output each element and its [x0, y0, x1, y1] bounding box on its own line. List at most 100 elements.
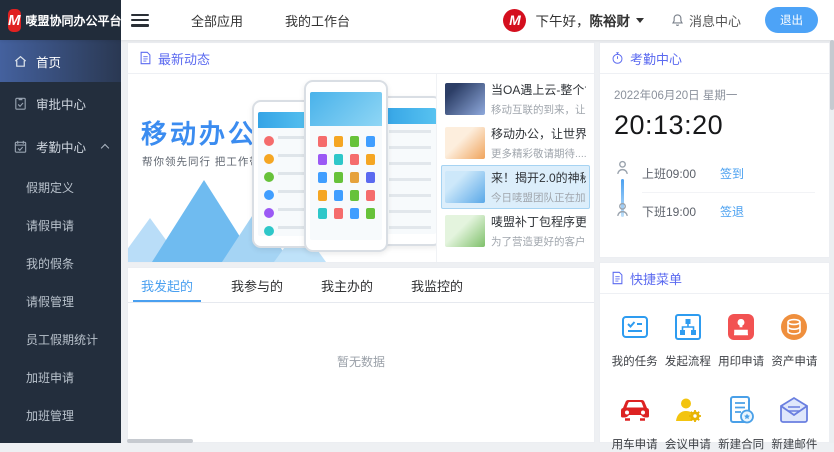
sidebar-subitem-overtime-request[interactable]: 加班申请 — [0, 358, 121, 396]
sidebar: 首页 审批中心 考勤中心 假期定义 请假申请 我的假条 请假管理 员工假期统计 … — [0, 40, 121, 443]
news-desc: 移动互联的到来，让OA与云 — [491, 102, 586, 117]
quick-item-car-request[interactable]: 用车申请 — [608, 393, 661, 452]
news-panel-title: 最新动态 — [158, 49, 210, 68]
nav-all-apps[interactable]: 全部应用 — [191, 11, 243, 30]
quick-item-new-contract[interactable]: 新建合同 — [715, 393, 768, 452]
check-in-label: 上班09:00 — [642, 165, 720, 182]
sidebar-subitem-holiday-definition[interactable]: 假期定义 — [0, 168, 121, 206]
quick-item-start-flow[interactable]: 发起流程 — [661, 310, 714, 369]
meeting-request-icon — [661, 393, 714, 427]
quick-menu-title: 快捷菜单 — [630, 269, 682, 288]
my-tasks-icon — [608, 310, 661, 344]
news-title: 来！揭开2.0的神秘面纱- — [491, 169, 586, 186]
sidebar-item-label: 考勤中心 — [36, 137, 86, 156]
quick-item-label: 新建邮件 — [768, 436, 821, 452]
sidebar-subitem-leave-request[interactable]: 请假申请 — [0, 206, 121, 244]
news-thumbnail — [445, 127, 485, 159]
quick-menu-grid: 我的任务 发起流程 用印申请 资产申请 用车申请 — [600, 294, 829, 452]
horizontal-scrollbar[interactable] — [127, 439, 193, 443]
message-center[interactable]: 消息中心 — [670, 11, 741, 30]
tab-monitored-by-me[interactable]: 我监控的 — [411, 268, 463, 302]
quick-item-seal-request[interactable]: 用印申请 — [715, 310, 768, 369]
attendance-date: 2022年06月20日 星期一 — [614, 87, 815, 103]
empty-state-text: 暂无数据 — [128, 353, 594, 370]
attendance-panel-header: 考勤中心 — [600, 43, 829, 74]
mobile-office-banner: 移动办公 帮你领先同行 把工作带出办公室 — [128, 74, 436, 262]
check-out-link[interactable]: 签退 — [720, 203, 744, 220]
sidebar-subitem-employee-leave-stats[interactable]: 员工假期统计 — [0, 320, 121, 358]
check-in-row: 上班09:00 签到 — [642, 155, 815, 192]
attendance-icon — [13, 139, 28, 154]
home-icon — [13, 54, 28, 69]
quick-menu-panel: 快捷菜单 我的任务 发起流程 用印申请 资产申请 — [599, 262, 830, 443]
nav-my-workbench[interactable]: 我的工作台 — [285, 11, 350, 30]
quick-menu-header: 快捷菜单 — [600, 263, 829, 294]
news-title: 移动办公，让世界触手可 — [491, 125, 586, 142]
hamburger-menu-icon[interactable] — [131, 14, 149, 27]
document-icon — [139, 51, 152, 65]
tab-participated-by-me[interactable]: 我参与的 — [231, 268, 283, 302]
user-menu[interactable]: 下午好， 陈裕财 — [535, 10, 644, 30]
news-panel-header: 最新动态 — [128, 43, 594, 74]
quick-item-label: 用车申请 — [608, 436, 661, 452]
approval-icon — [13, 96, 28, 111]
vertical-scrollbar[interactable] — [830, 40, 834, 110]
new-contract-icon — [715, 393, 768, 427]
news-item[interactable]: 移动办公，让世界触手可 更多精彩敬请期待........ — [441, 121, 590, 165]
chevron-down-icon — [636, 18, 644, 23]
latest-news-panel: 最新动态 移动办公 帮你领先同行 把工作带出办公室 当OA遇上云-整个 — [127, 42, 595, 263]
logo-block: M 唛盟协同办公平台 — [0, 0, 121, 40]
news-title: 当OA遇上云-整个协同OA — [491, 81, 586, 98]
attendance-panel-title: 考勤中心 — [630, 49, 682, 68]
tasks-tab-bar: 我发起的 我参与的 我主办的 我监控的 — [128, 268, 594, 303]
news-item[interactable]: 唛盟补丁包程序更新 为了营造更好的客户体验，唛 — [441, 209, 590, 253]
quick-item-label: 会议申请 — [661, 436, 714, 452]
news-desc: 为了营造更好的客户体验，唛 — [491, 234, 586, 249]
quick-item-new-mail[interactable]: 新建邮件 — [768, 393, 821, 452]
quick-item-meeting-request[interactable]: 会议申请 — [661, 393, 714, 452]
quick-item-my-tasks[interactable]: 我的任务 — [608, 310, 661, 369]
tab-hosted-by-me[interactable]: 我主办的 — [321, 268, 373, 302]
sidebar-item-label: 首页 — [36, 52, 61, 71]
stopwatch-icon — [611, 51, 624, 65]
person-icon — [614, 201, 631, 218]
news-item-highlighted[interactable]: 来！揭开2.0的神秘面纱- 今日唛盟团队正在加班加点， — [441, 165, 590, 209]
chevron-up-icon — [101, 144, 109, 152]
attendance-timeline: 上班09:00 签到 下班19:00 签退 — [614, 155, 815, 229]
quick-item-label: 我的任务 — [608, 353, 661, 369]
logout-button[interactable]: 退出 — [765, 7, 818, 33]
news-title: 唛盟补丁包程序更新 — [491, 213, 586, 230]
app-logo: M — [8, 9, 21, 32]
sidebar-item-attendance-center[interactable]: 考勤中心 — [0, 125, 121, 168]
news-item[interactable]: 当OA遇上云-整个协同OA 移动互联的到来，让OA与云 — [441, 77, 590, 121]
check-out-row: 下班19:00 签退 — [642, 192, 815, 229]
check-out-label: 下班19:00 — [642, 203, 720, 220]
sidebar-item-approval-center[interactable]: 审批中心 — [0, 82, 121, 125]
car-request-icon — [608, 393, 661, 427]
sidebar-item-label: 审批中心 — [36, 94, 86, 113]
sidebar-subitem-my-leave-slips[interactable]: 我的假条 — [0, 244, 121, 282]
user-name: 陈裕财 — [589, 10, 630, 30]
document-icon — [611, 271, 624, 285]
bell-icon — [670, 13, 685, 28]
start-flow-icon — [661, 310, 714, 344]
user-avatar[interactable]: M — [503, 9, 526, 32]
check-in-link[interactable]: 签到 — [720, 165, 744, 182]
news-list: 当OA遇上云-整个协同OA 移动互联的到来，让OA与云 移动办公，让世界触手可 … — [436, 74, 594, 262]
tab-initiated-by-me[interactable]: 我发起的 — [141, 268, 193, 302]
sidebar-item-home[interactable]: 首页 — [0, 40, 121, 82]
quick-item-label: 发起流程 — [661, 353, 714, 369]
asset-request-icon — [768, 310, 821, 344]
quick-item-label: 资产申请 — [768, 353, 821, 369]
attendance-panel: 考勤中心 2022年06月20日 星期一 20:13:20 上班09:00 签到… — [599, 42, 830, 258]
banner-title: 移动办公 — [141, 114, 257, 151]
sidebar-subitem-overtime-management[interactable]: 加班管理 — [0, 396, 121, 434]
news-desc: 今日唛盟团队正在加班加点， — [491, 190, 586, 205]
tasks-panel: 我发起的 我参与的 我主办的 我监控的 暂无数据 — [127, 267, 595, 443]
header-right: M 下午好， 陈裕财 消息中心 退出 — [503, 7, 834, 33]
quick-item-label: 用印申请 — [715, 353, 768, 369]
message-center-label: 消息中心 — [689, 11, 741, 30]
quick-item-asset-request[interactable]: 资产申请 — [768, 310, 821, 369]
sidebar-subitem-leave-management[interactable]: 请假管理 — [0, 282, 121, 320]
phone-mockup-center — [304, 80, 388, 252]
